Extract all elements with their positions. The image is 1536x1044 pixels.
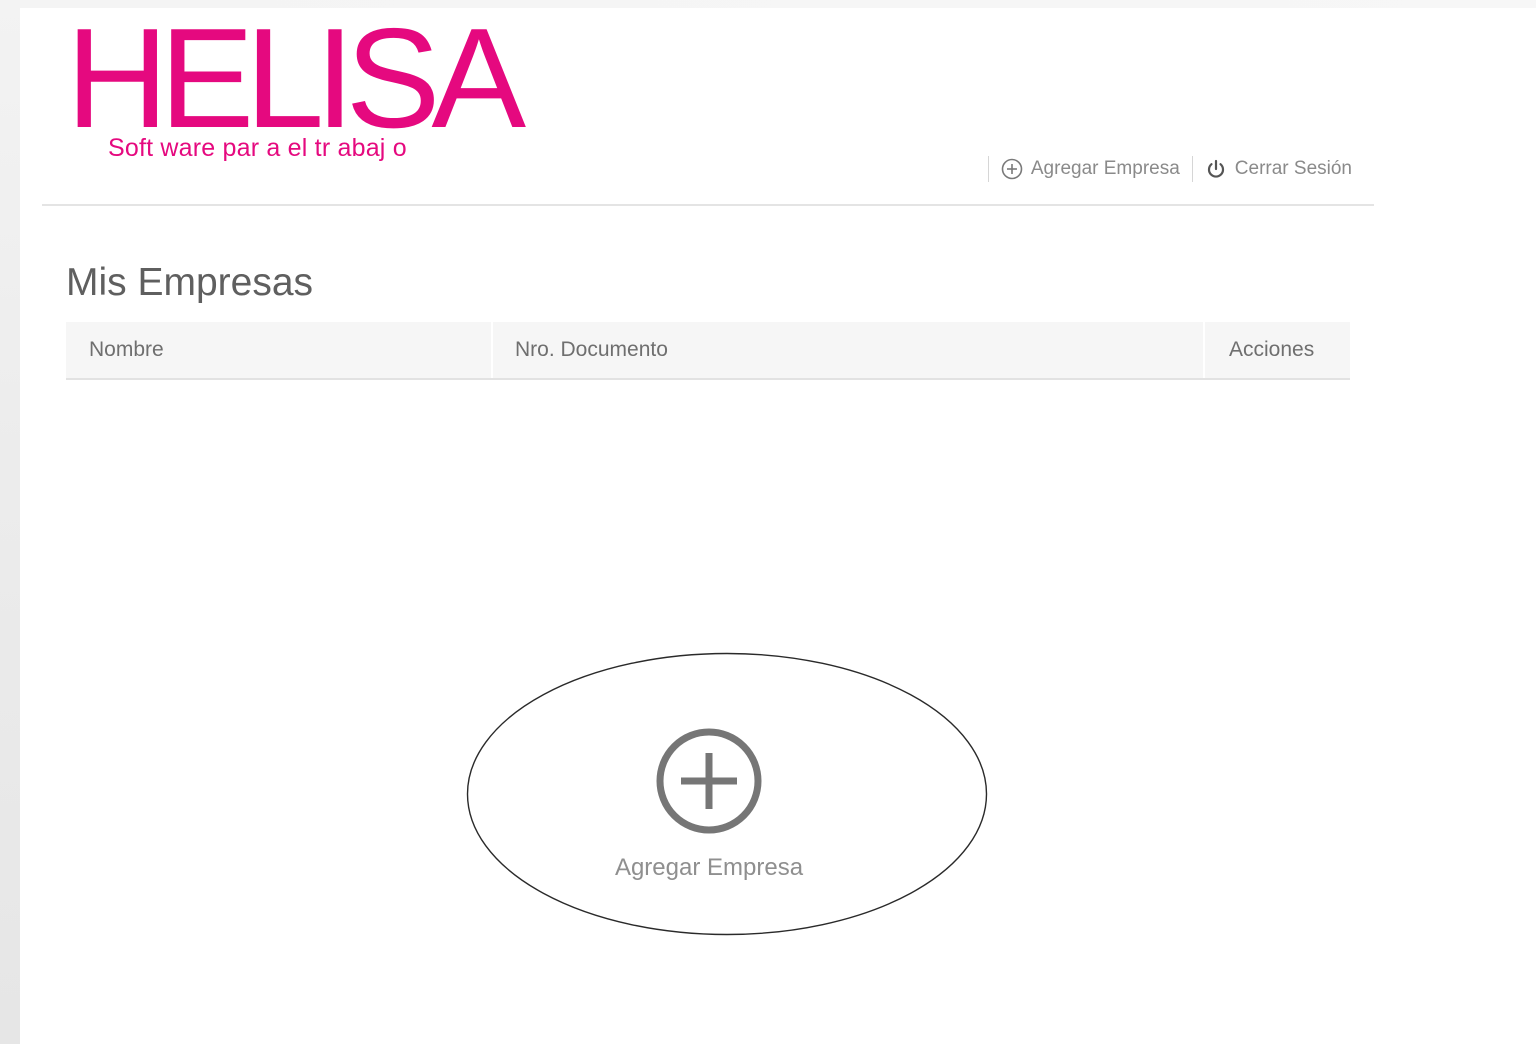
page-title: Mis Empresas	[66, 261, 314, 305]
column-header-acciones: Acciones	[1205, 322, 1350, 378]
logout-link[interactable]: Cerrar Sesión	[1205, 158, 1352, 180]
add-company-button[interactable]: Agregar Empresa	[596, 726, 822, 890]
add-company-button-label: Agregar Empresa	[614, 854, 804, 881]
logo-wordmark: HELISA	[66, 0, 526, 158]
plus-circle-icon	[656, 728, 762, 834]
column-header-nombre[interactable]: Nombre	[66, 322, 493, 378]
logout-label: Cerrar Sesión	[1234, 158, 1352, 179]
add-company-label: Agregar Empresa	[1030, 158, 1180, 179]
top-actions: Agregar Empresa Cerrar Sesión	[976, 154, 1352, 184]
plus-circle-icon	[1001, 158, 1023, 180]
column-header-nro-documento[interactable]: Nro. Documento	[493, 322, 1205, 378]
top-navigation-bar: Agregar Empresa Cerrar Sesión	[42, 144, 1374, 206]
add-company-link[interactable]: Agregar Empresa	[1001, 158, 1180, 180]
companies-table: Nombre Nro. Documento Acciones	[66, 322, 1350, 380]
divider	[1191, 156, 1193, 182]
power-icon	[1207, 159, 1224, 178]
divider	[987, 156, 989, 182]
left-background-strip	[0, 0, 20, 1044]
page: HELISA Soft ware par a el tr abaj o Agre…	[0, 0, 1536, 1044]
